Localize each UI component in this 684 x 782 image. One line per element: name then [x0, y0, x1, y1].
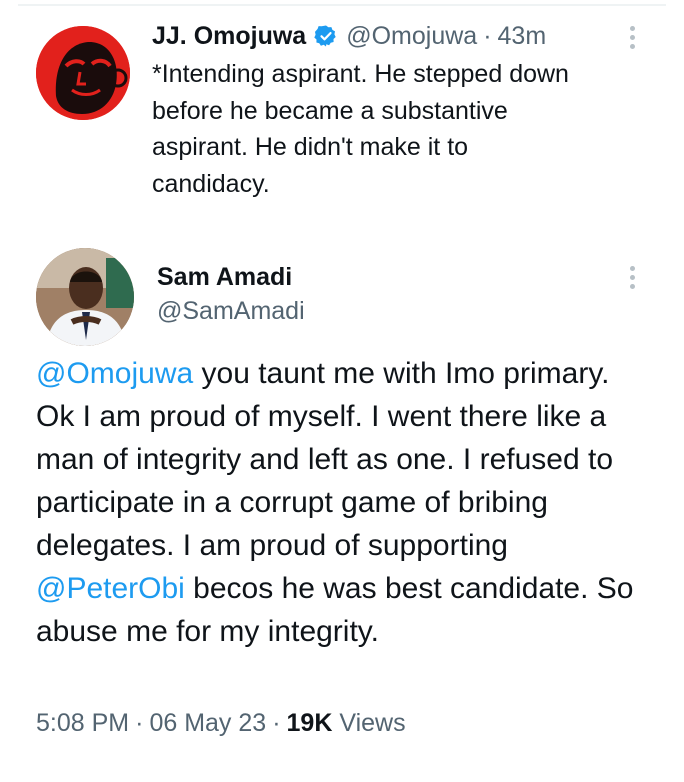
- mention-link[interactable]: @PeterObi: [36, 572, 185, 605]
- reply-more-button[interactable]: [622, 24, 642, 52]
- more-vertical-icon: [622, 264, 642, 289]
- reply-author-handle[interactable]: @Omojuwa: [346, 20, 477, 52]
- verified-badge-icon[interactable]: [314, 24, 338, 48]
- reply-author-name[interactable]: JJ. Omojuwa: [152, 20, 306, 52]
- author-avatar[interactable]: [36, 248, 134, 346]
- tweet-more-button[interactable]: [622, 264, 642, 292]
- tweet-time[interactable]: 5:08 PM: [36, 709, 129, 737]
- author-name[interactable]: Sam Amadi: [157, 262, 292, 292]
- mention-link[interactable]: @Omojuwa: [36, 357, 193, 390]
- reply-timestamp[interactable]: 43m: [498, 20, 547, 52]
- reply-tweet[interactable]: JJ. Omojuwa @Omojuwa · 43m *Intending as…: [0, 0, 684, 230]
- author-handle[interactable]: @SamAmadi: [157, 296, 305, 326]
- reply-text: *Intending aspirant. He stepped down bef…: [152, 60, 569, 198]
- tweet-meta: 5:08 PM · 06 May 23 · 19K Views: [36, 706, 406, 740]
- views-label: Views: [339, 709, 406, 737]
- meta-separator: ·: [272, 709, 281, 737]
- meta-separator: ·: [135, 709, 144, 737]
- more-vertical-icon: [622, 24, 642, 49]
- views-count[interactable]: 19K: [287, 709, 333, 737]
- tweet-text: @Omojuwa you taunt me with Imo primary. …: [36, 352, 656, 653]
- header-separator: ·: [483, 22, 492, 50]
- reply-header: JJ. Omojuwa @Omojuwa · 43m: [152, 20, 546, 52]
- tweet-date[interactable]: 06 May 23: [149, 709, 266, 737]
- reply-author-avatar[interactable]: [36, 26, 130, 120]
